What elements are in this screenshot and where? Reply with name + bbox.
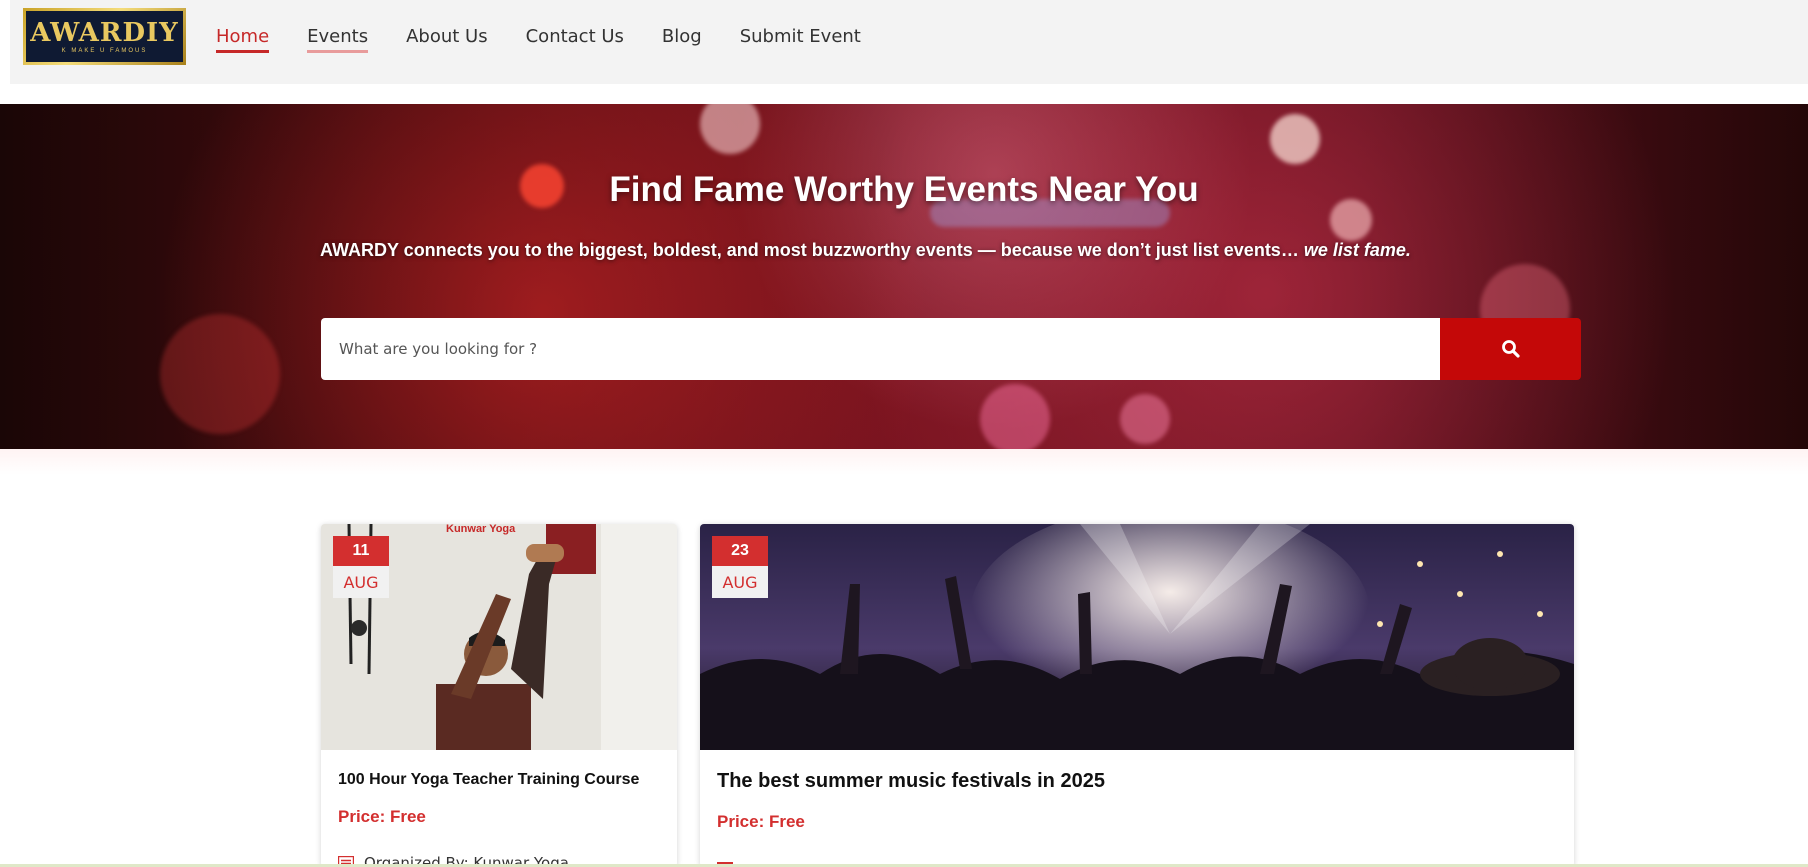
concert-photo bbox=[700, 524, 1574, 750]
event-month: AUG bbox=[333, 566, 389, 598]
event-day: 11 bbox=[333, 536, 389, 566]
event-day: 23 bbox=[712, 536, 768, 566]
image-caption: Kunwar Yoga bbox=[446, 524, 516, 535]
event-image[interactable]: Kunwar Yoga 11 AUG bbox=[321, 524, 677, 750]
nav-about-us[interactable]: About Us bbox=[406, 26, 488, 53]
search-icon bbox=[1501, 340, 1520, 358]
logo-badge: AWARDIY K MAKE U FAMOUS bbox=[26, 11, 183, 62]
event-price: Price: Free bbox=[717, 812, 805, 831]
bokeh-light bbox=[980, 384, 1050, 449]
hero-subtitle-main: AWARDY connects you to the biggest, bold… bbox=[320, 240, 1299, 260]
search-input[interactable] bbox=[321, 318, 1440, 380]
hero-title: Find Fame Worthy Events Near You bbox=[609, 170, 1199, 209]
search-form bbox=[321, 318, 1581, 380]
hero-subtitle: AWARDY connects you to the biggest, bold… bbox=[320, 240, 1500, 261]
nav-events[interactable]: Events bbox=[307, 26, 368, 53]
event-card[interactable]: 23 AUG The best summer music festivals i… bbox=[700, 524, 1574, 867]
nav-submit-event[interactable]: Submit Event bbox=[740, 26, 861, 53]
event-card[interactable]: Kunwar Yoga 11 AUG 100 Hour Yoga Teacher… bbox=[321, 524, 677, 867]
bokeh-light bbox=[1120, 394, 1170, 444]
logo-tagline: K MAKE U FAMOUS bbox=[61, 47, 148, 54]
site-logo[interactable]: AWARDIY K MAKE U FAMOUS bbox=[23, 8, 186, 65]
section-divider bbox=[0, 449, 1808, 475]
date-badge: 11 AUG bbox=[333, 536, 389, 598]
main-nav: Home Events About Us Contact Us Blog Sub… bbox=[216, 26, 899, 53]
event-price: Price: Free bbox=[338, 807, 426, 826]
event-month: AUG bbox=[712, 566, 768, 598]
nav-home[interactable]: Home bbox=[216, 26, 270, 53]
bokeh-light bbox=[1270, 114, 1320, 164]
hero-subtitle-emphasis: we list fame. bbox=[1303, 240, 1411, 260]
date-badge: 23 AUG bbox=[712, 536, 768, 598]
event-title[interactable]: 100 Hour Yoga Teacher Training Course bbox=[338, 771, 639, 789]
nav-contact-us[interactable]: Contact Us bbox=[526, 26, 624, 53]
hero-banner: Find Fame Worthy Events Near You AWARDY … bbox=[0, 104, 1808, 449]
site-header: AWARDIY K MAKE U FAMOUS Home Events Abou… bbox=[10, 0, 1808, 84]
bokeh-light bbox=[700, 104, 760, 154]
search-button[interactable] bbox=[1440, 318, 1581, 380]
bokeh-light bbox=[160, 314, 280, 434]
nav-blog[interactable]: Blog bbox=[662, 26, 702, 53]
logo-text: AWARDIY bbox=[30, 17, 179, 48]
event-image[interactable]: 23 AUG bbox=[700, 524, 1574, 750]
event-title[interactable]: The best summer music festivals in 2025 bbox=[717, 770, 1105, 793]
